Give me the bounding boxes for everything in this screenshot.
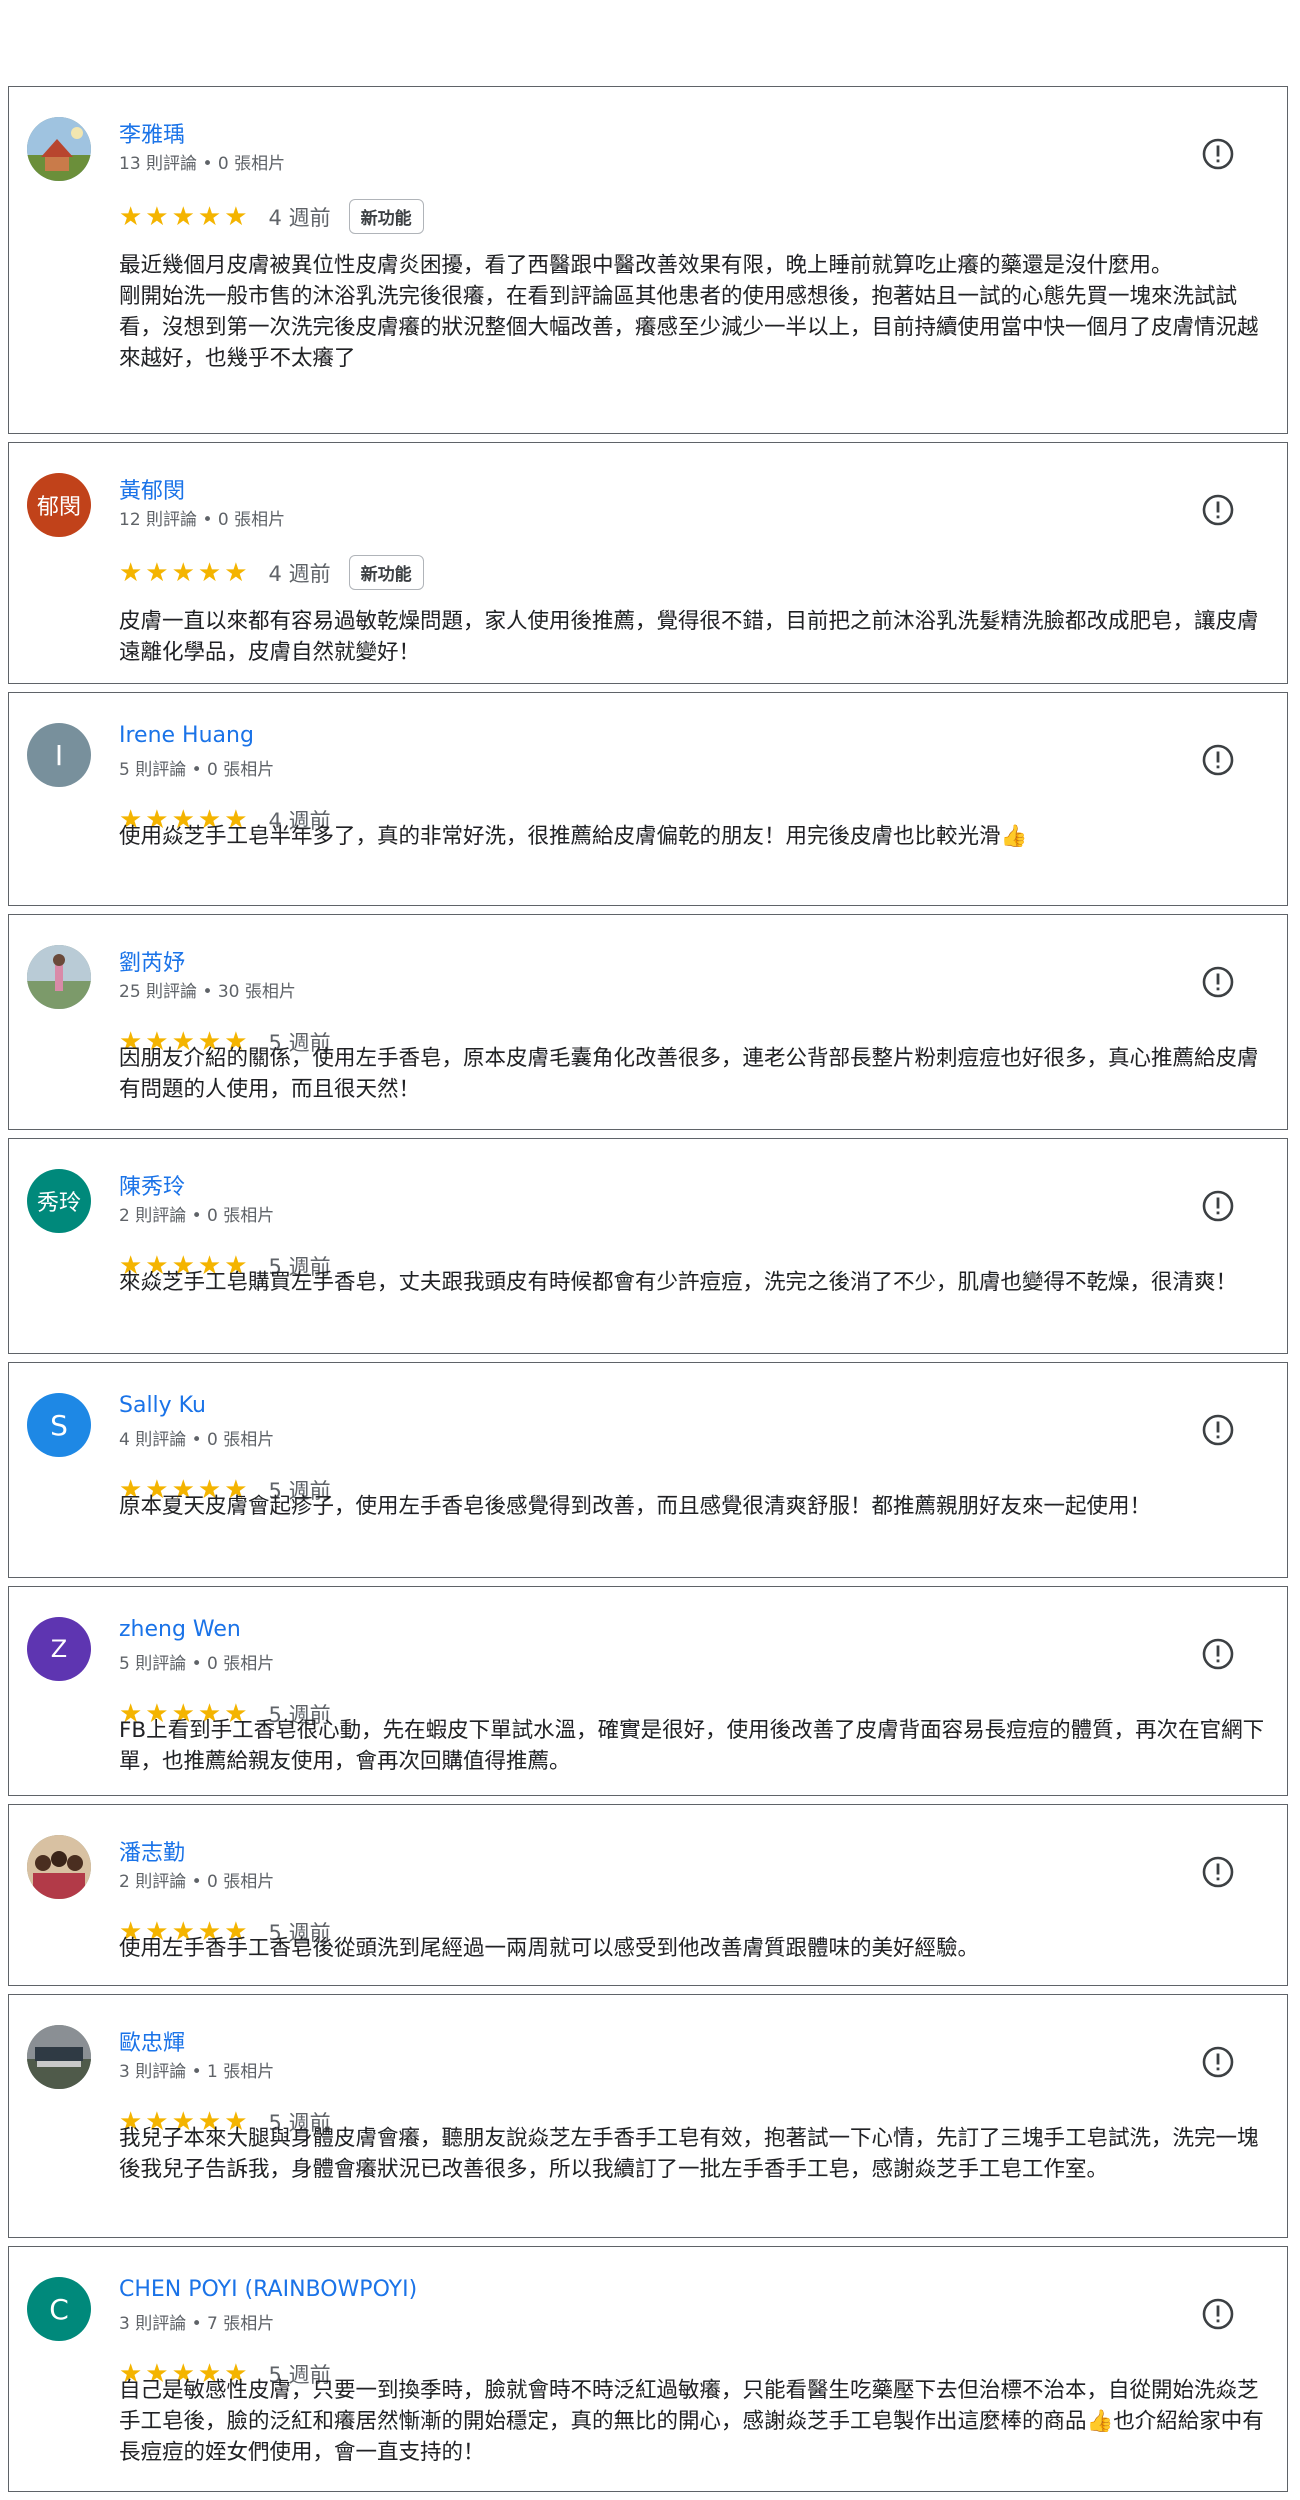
reviewer-name[interactable]: 潘志勤 [119,1835,185,1867]
star-rating: ★★★★★ [119,201,251,232]
avatar-initial: Z [50,1635,68,1663]
reviewer-meta: 13 則評論 • 0 張相片 [119,154,286,174]
reviewer-avatar[interactable] [27,117,91,181]
review-text: FB上看到手工香皂很心動，先在蝦皮下單試水溫，確實是很好，使用後改善了皮膚背面容… [119,1718,1265,1774]
review-text: 最近幾個月皮膚被異位性皮膚炎困擾，看了西醫跟中醫改善效果有限，晚上睡前就算吃止癢… [119,253,1259,371]
review-card: Z zheng Wen 5 則評論 • 0 張相片 ★★★★★ 5 週前 FB上… [8,1586,1288,1796]
reviewer-name[interactable]: 歐忠輝 [119,2025,185,2057]
new-feature-badge: 新功能 [348,199,424,234]
report-flag-icon[interactable] [1201,1855,1235,1889]
review-text: 使用焱芝手工皂半年多了，真的非常好洗，很推薦給皮膚偏乾的朋友！用完後皮膚也比較光… [119,824,1028,849]
reviewer-avatar[interactable]: 秀玲 [27,1169,91,1233]
report-flag-icon[interactable] [1201,1637,1235,1671]
avatar-initial: C [49,2292,69,2326]
rating-row: ★★★★★ 4 週前 新功能 [119,199,424,234]
reviewer-name[interactable]: 黃郁閔 [119,473,185,505]
review-card: 秀玲 陳秀玲 2 則評論 • 0 張相片 ★★★★★ 5 週前 來焱芝手工皂購買… [8,1138,1288,1354]
reviewer-avatar[interactable]: I [27,723,91,787]
reviewer-avatar[interactable]: 郁閔 [27,473,91,537]
report-flag-icon[interactable] [1201,2297,1235,2331]
avatar-initial: 秀玲 [36,1191,81,1216]
review-age: 4 週前 [268,561,331,586]
reviewer-name[interactable]: 李雅瑀 [119,117,185,149]
reviewer-name[interactable]: 劉芮妤 [119,945,185,977]
report-flag-icon[interactable] [1201,137,1235,171]
new-feature-badge: 新功能 [348,555,424,590]
review-card: 劉芮妤 25 則評論 • 30 張相片 ★★★★★ 5 週前 因朋友介紹的關係，… [8,914,1288,1130]
report-flag-icon[interactable] [1201,743,1235,777]
reviewer-meta: 2 則評論 • 0 張相片 [119,1206,275,1226]
review-text: 我兒子本來大腿與身體皮膚會癢，聽朋友說焱芝左手香手工皂有效，抱著試一下心情，先訂… [119,2126,1259,2182]
reviewer-name[interactable]: Sally Ku [119,1393,206,1418]
star-rating: ★★★★★ [119,557,251,588]
reviewer-avatar[interactable] [27,2025,91,2089]
avatar-initial: 郁閔 [36,495,81,520]
review-card: 李雅瑀 13 則評論 • 0 張相片 ★★★★★ 4 週前 新功能 最近幾個月皮… [8,86,1288,434]
avatar-initial: S [50,1408,68,1442]
reviewer-meta: 2 則評論 • 0 張相片 [119,1872,275,1892]
reviewer-meta: 12 則評論 • 0 張相片 [119,510,286,530]
reviewer-name[interactable]: Irene Huang [119,723,254,748]
reviewer-meta: 3 則評論 • 1 張相片 [119,2062,275,2082]
review-text: 皮膚一直以來都有容易過敏乾燥問題，家人使用後推薦，覺得很不錯，目前把之前沐浴乳洗… [119,609,1259,665]
reviewer-name[interactable]: zheng Wen [119,1617,241,1642]
review-card: C CHEN POYI (RAINBOWPOYI) 3 則評論 • 7 張相片 … [8,2246,1288,2492]
reviewer-avatar[interactable]: S [27,1393,91,1457]
avatar-initial: I [54,738,64,772]
review-card: 潘志勤 2 則評論 • 0 張相片 ★★★★★ 5 週前 使用左手香手工香皂後從… [8,1804,1288,1986]
reviewer-name[interactable]: 陳秀玲 [119,1169,185,1201]
review-card: 歐忠輝 3 則評論 • 1 張相片 ★★★★★ 5 週前 我兒子本來大腿與身體皮… [8,1994,1288,2238]
review-card: I Irene Huang 5 則評論 • 0 張相片 ★★★★★ 4 週前 使… [8,692,1288,906]
reviewer-meta: 5 則評論 • 0 張相片 [119,760,275,780]
report-flag-icon[interactable] [1201,965,1235,999]
review-text: 自己是敏感性皮膚，只要一到換季時，臉就會時不時泛紅過敏癢，只能看醫生吃藥壓下去但… [119,2378,1264,2465]
review-text: 使用左手香手工香皂後從頭洗到尾經過一兩周就可以感受到他改善膚質跟體味的美好經驗。 [119,1936,980,1961]
review-card: 郁閔 黃郁閔 12 則評論 • 0 張相片 ★★★★★ 4 週前 新功能 皮膚一… [8,442,1288,684]
rating-row: ★★★★★ 4 週前 新功能 [119,555,424,590]
review-card: S Sally Ku 4 則評論 • 0 張相片 ★★★★★ 5 週前 原本夏天… [8,1362,1288,1578]
reviewer-name[interactable]: CHEN POYI (RAINBOWPOYI) [119,2277,417,2302]
reviewer-avatar[interactable] [27,1835,91,1899]
review-text: 來焱芝手工皂購買左手香皂，丈夫跟我頭皮有時候都會有少許痘痘，洗完之後消了不少，肌… [119,1270,1238,1295]
reviewer-avatar[interactable]: Z [27,1617,91,1681]
reviewer-meta: 4 則評論 • 0 張相片 [119,1430,275,1450]
report-flag-icon[interactable] [1201,2045,1235,2079]
review-text: 因朋友介紹的關係，使用左手香皂，原本皮膚毛囊角化改善很多，連老公背部長整片粉刺痘… [119,1046,1259,1102]
reviewer-avatar[interactable] [27,945,91,1009]
reviewer-avatar[interactable]: C [27,2277,91,2341]
report-flag-icon[interactable] [1201,493,1235,527]
reviewer-meta: 3 則評論 • 7 張相片 [119,2314,275,2334]
report-flag-icon[interactable] [1201,1189,1235,1223]
reviewer-meta: 5 則評論 • 0 張相片 [119,1654,275,1674]
review-text: 原本夏天皮膚會起疹子，使用左手香皂後感覺得到改善，而且感覺很清爽舒服！都推薦親朋… [119,1494,1152,1519]
report-flag-icon[interactable] [1201,1413,1235,1447]
reviewer-meta: 25 則評論 • 30 張相片 [119,982,296,1002]
review-age: 4 週前 [268,205,331,230]
